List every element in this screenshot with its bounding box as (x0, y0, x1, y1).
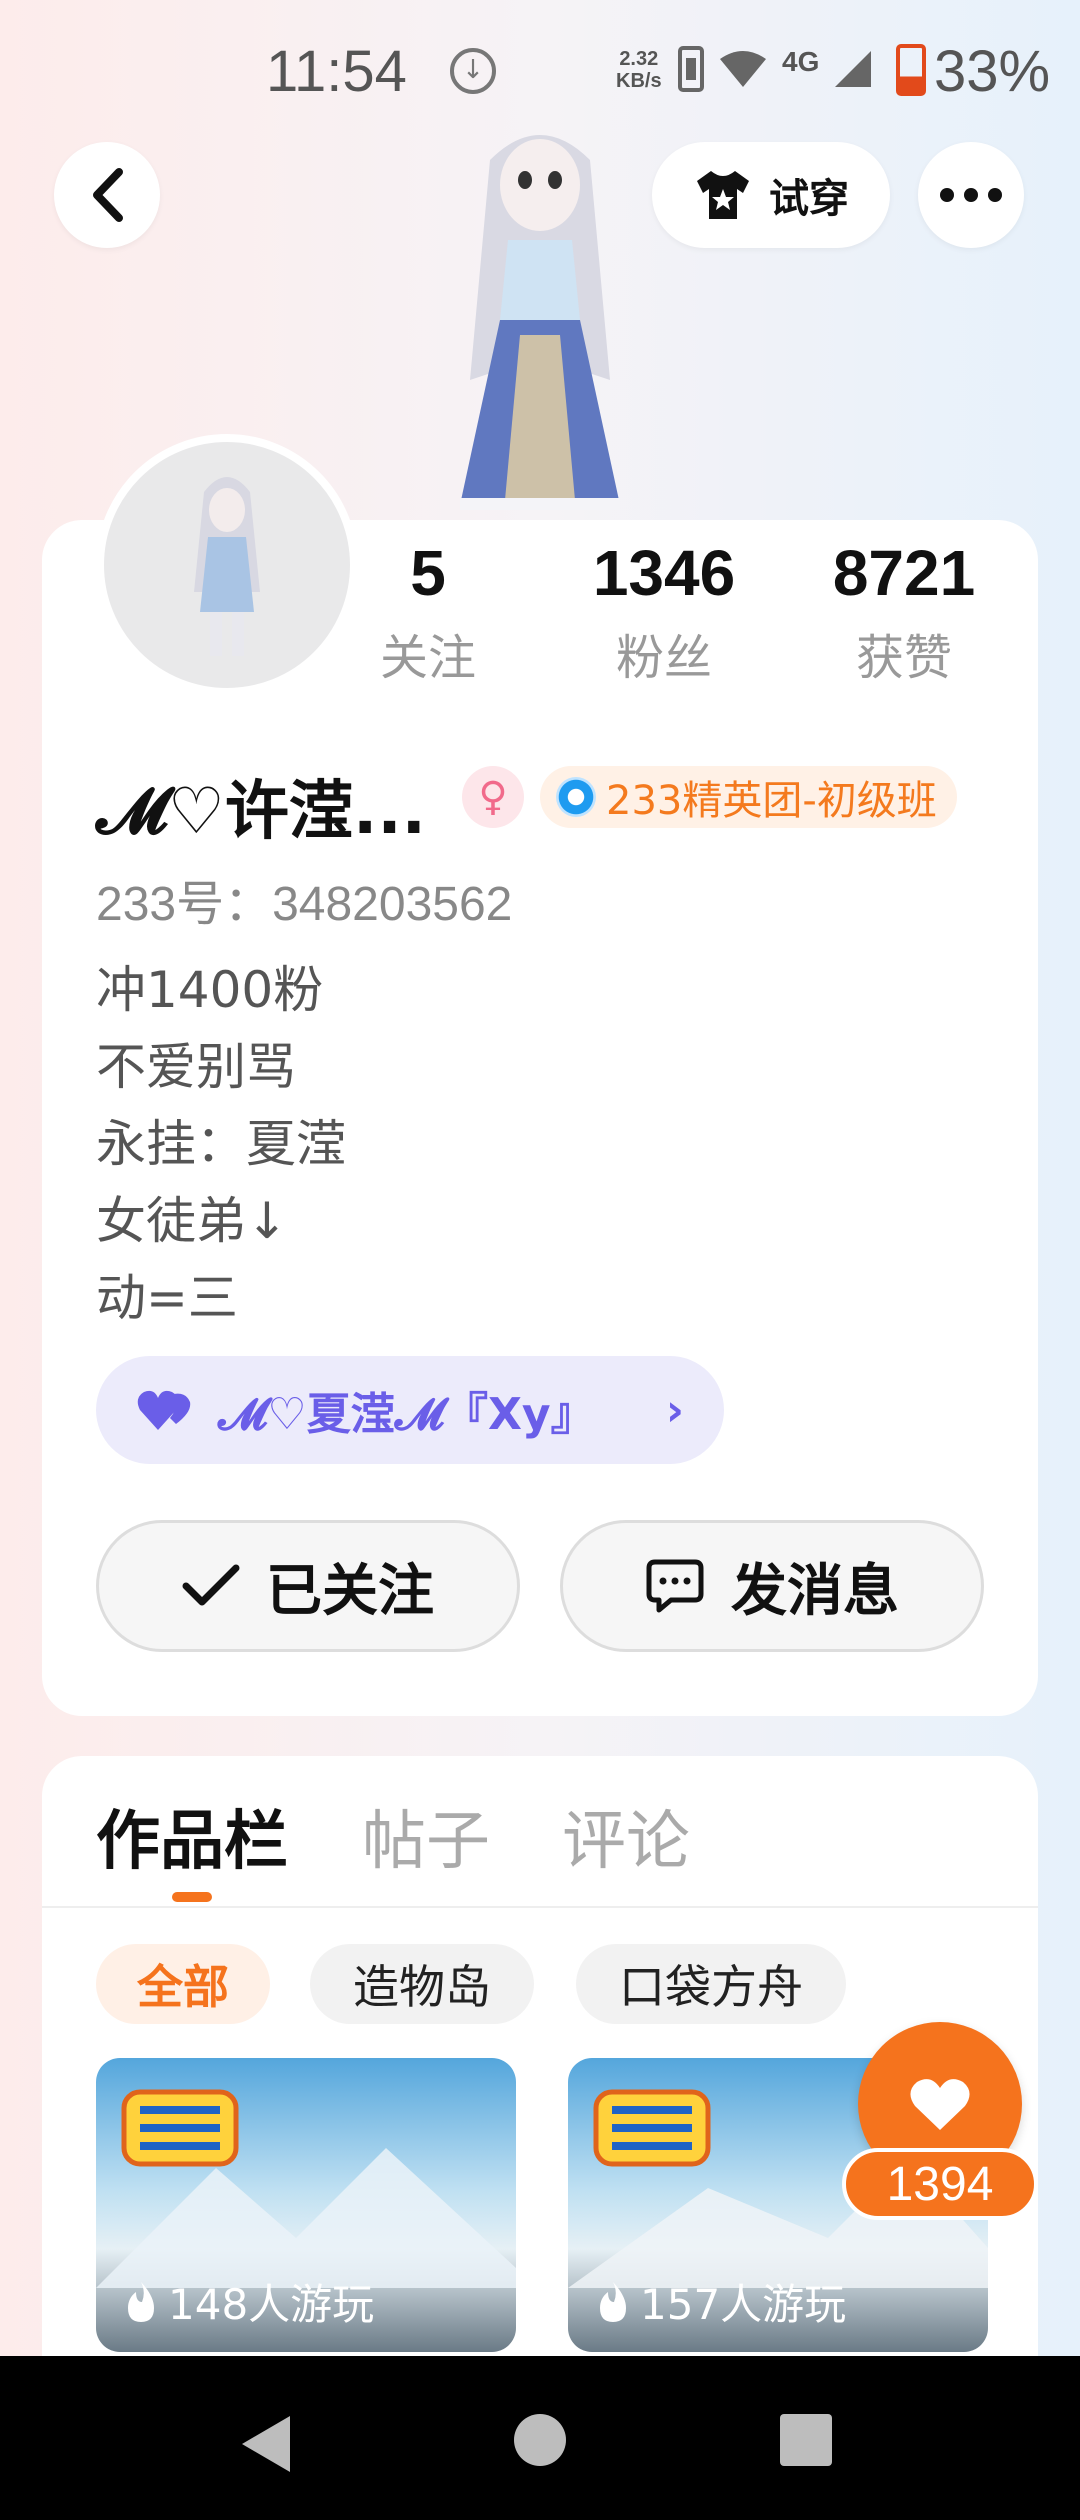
chevron-right-icon: › (665, 1384, 684, 1436)
work-card[interactable]: 148人游玩 (96, 2058, 516, 2352)
filter-chip-island[interactable]: 造物岛 (310, 1944, 534, 2024)
more-button[interactable] (918, 142, 1024, 248)
flame-icon (600, 2281, 626, 2322)
chevron-left-icon (93, 168, 123, 222)
tab-posts[interactable]: 帖子 (362, 1790, 490, 1882)
flame-icon (128, 2281, 154, 2322)
bio-line: 永挂：夏滢 (96, 1115, 346, 1173)
wifi-icon (720, 51, 766, 87)
battery-icon (896, 44, 926, 96)
network-speed: 2.32 KB/s (616, 48, 662, 92)
stat-label: 关注 (379, 630, 476, 686)
tab-works[interactable]: 作品栏 (96, 1790, 288, 1882)
bio: 冲1400粉 不爱别骂 永挂：夏滢 女徒弟↓ 动=三 (96, 952, 346, 1337)
play-count-label: 148人游玩 (168, 2280, 375, 2329)
play-count-label: 157人游玩 (640, 2280, 847, 2329)
divider (42, 1906, 1038, 1908)
signal-icons: 4G (678, 46, 873, 92)
message-button[interactable]: 发消息 (560, 1520, 984, 1652)
status-time: 11:54 (266, 39, 407, 104)
rank-label: 233精英团-初级班 (606, 778, 937, 824)
stat-fans[interactable]: 1346 粉丝 (574, 536, 754, 688)
heart-icon (910, 2079, 970, 2130)
bio-line: 动=三 (96, 1269, 238, 1327)
work-thumbnail (96, 2148, 516, 2288)
stat-value: 8721 (832, 537, 976, 609)
stat-likes[interactable]: 8721 获赞 (814, 536, 994, 688)
stat-value: 5 (410, 537, 446, 609)
try-on-button[interactable]: 试穿 (652, 142, 890, 248)
network-speed-unit: KB/s (616, 70, 662, 92)
filter-chip-all[interactable]: 全部 (96, 1944, 270, 2024)
message-label: 发消息 (731, 1558, 899, 1624)
linked-user-pill[interactable]: 𝓜♡夏滢𝓜『Xy』 › (96, 1356, 724, 1464)
follow-button[interactable]: 已关注 (96, 1520, 520, 1652)
female-icon: ♀ (462, 766, 524, 828)
battery-percent: 33% (934, 39, 1051, 104)
avatar-figure (420, 120, 660, 520)
bio-line: 冲1400粉 (96, 961, 324, 1019)
linked-user-label: 𝓜♡夏滢𝓜『Xy』 (218, 1389, 595, 1440)
double-heart-icon (137, 1390, 191, 1430)
follow-label: 已关注 (266, 1558, 434, 1624)
avatar[interactable] (96, 434, 358, 696)
play-count: 157人游玩 (596, 2271, 846, 2332)
bio-line: 女徒弟↓ (96, 1192, 288, 1250)
more-dots-icon (940, 188, 1002, 202)
play-count: 148人游玩 (124, 2271, 374, 2332)
stat-label: 获赞 (855, 630, 952, 686)
stat-following[interactable]: 5 关注 (338, 536, 518, 688)
stat-label: 粉丝 (615, 630, 712, 686)
back-button[interactable] (54, 142, 160, 248)
tab-comments[interactable]: 评论 (562, 1790, 690, 1882)
user-id: 233号：348203562 (96, 878, 513, 931)
filter-chip-ark[interactable]: 口袋方舟 (576, 1944, 846, 2024)
shirt-icon (697, 171, 749, 219)
download-icon: ↓ (450, 48, 496, 94)
cell-signal-icon (835, 51, 872, 87)
medal-icon (556, 777, 596, 817)
sim-icon (678, 46, 704, 92)
rank-badge[interactable]: 233精英团-初级班 (540, 766, 957, 828)
network-speed-value: 2.32 (619, 48, 659, 70)
nav-home-icon[interactable] (514, 2414, 566, 2466)
try-on-label: 试穿 (769, 176, 849, 222)
check-icon (182, 1564, 240, 1606)
bio-line: 不爱别骂 (96, 1038, 296, 1096)
profile-name: 𝓜♡许滢... (96, 775, 426, 849)
like-count: 1394 (842, 2148, 1038, 2220)
chat-icon (646, 1559, 704, 1613)
nav-back-icon[interactable] (242, 2416, 290, 2472)
stat-value: 1346 (592, 537, 736, 609)
tab-indicator (172, 1892, 212, 1902)
network-type: 4G (782, 46, 820, 77)
nav-recents-icon[interactable] (780, 2414, 832, 2466)
